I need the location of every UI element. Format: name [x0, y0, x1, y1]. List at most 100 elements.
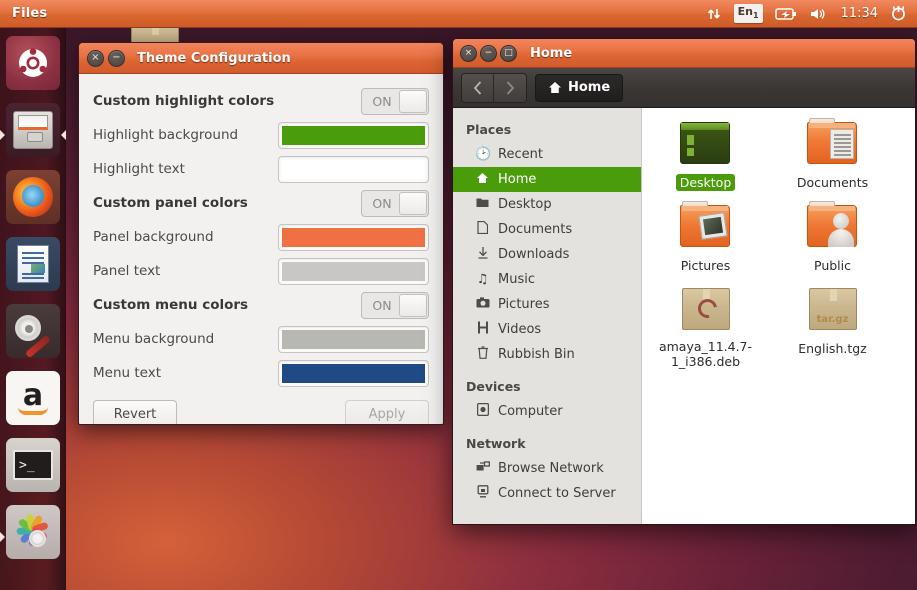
toggle-custom-panel-colors[interactable]: ON	[361, 189, 429, 217]
sidebar-item-browse-network[interactable]: Browse Network	[453, 456, 641, 481]
battery-icon[interactable]	[774, 0, 797, 28]
forward-button[interactable]	[494, 73, 526, 102]
clock[interactable]: 11:34	[841, 0, 878, 28]
firefox-icon	[13, 177, 53, 217]
network-updown-icon[interactable]	[706, 0, 722, 28]
files-maximize-button[interactable]: □	[500, 44, 517, 62]
download-icon	[475, 246, 490, 263]
panel-app-title[interactable]: Files	[12, 6, 47, 21]
desktop-folder-icon	[679, 122, 732, 168]
theme-dialog-close-button[interactable]: ×	[87, 49, 104, 67]
launcher-slot-firefox	[0, 170, 66, 233]
theme-dialog-minimize-button[interactable]: −	[108, 49, 125, 67]
sidebar-heading-network: Network	[466, 436, 526, 451]
file-list-view[interactable]: Desktop Documents Pictures Public amaya_…	[642, 108, 915, 524]
launcher-running-arrow-left-tweak	[0, 531, 5, 542]
launcher-item-firefox[interactable]	[6, 170, 60, 224]
camera-icon	[475, 297, 490, 312]
sidebar-item-label-browse-network: Browse Network	[498, 461, 604, 476]
sidebar-item-videos[interactable]: Videos	[453, 317, 641, 342]
sidebar-item-connect-to-server[interactable]: Connect to Server	[453, 481, 641, 506]
files-toolbar: Home	[453, 68, 915, 108]
file-item-documents[interactable]: Documents	[774, 118, 891, 191]
launcher-item-dash-home[interactable]	[6, 36, 60, 90]
launcher-slot-terminal: >_	[0, 438, 66, 501]
sidebar-item-label-documents: Documents	[498, 222, 573, 237]
launcher-slot-settings	[0, 304, 66, 367]
volume-icon[interactable]	[809, 0, 829, 28]
keyboard-layout-index: 1	[752, 11, 759, 21]
launcher-slot-files	[0, 103, 66, 166]
color-button-panel-background[interactable]	[278, 223, 429, 251]
launcher-item-amazon[interactable]: a	[6, 371, 60, 425]
file-label-amaya-deb: amaya_11.4.7-1_i386.deb	[658, 339, 753, 369]
home-icon	[549, 82, 561, 93]
color-button-panel-text[interactable]	[278, 257, 429, 285]
sidebar-item-documents[interactable]: Documents	[453, 217, 641, 242]
breadcrumb-home[interactable]: Home	[535, 73, 624, 102]
file-label-pictures: Pictures	[680, 258, 731, 273]
toggle-custom-highlight-colors[interactable]: ON	[361, 87, 429, 115]
music-note-icon: ♫	[476, 272, 489, 287]
disk-icon	[475, 402, 490, 420]
top-panel: Files En1 11:34	[0, 0, 917, 28]
files-minimize-button[interactable]: −	[480, 44, 497, 62]
color-button-highlight-background[interactable]	[278, 121, 429, 149]
toggle-custom-menu-colors[interactable]: ON	[361, 291, 429, 319]
launcher-item-libreoffice[interactable]	[6, 237, 60, 291]
label-custom-panel-colors: Custom panel colors	[93, 195, 248, 211]
navigation-button-group	[461, 72, 527, 103]
label-menu-text: Menu text	[93, 365, 162, 381]
sidebar-item-computer[interactable]: Computer	[453, 399, 641, 424]
apply-button[interactable]: Apply	[345, 400, 429, 424]
gear-wrench-icon	[13, 311, 53, 358]
sidebar-item-label-home: Home	[498, 172, 537, 187]
label-custom-highlight-colors: Custom highlight colors	[93, 93, 275, 109]
file-label-desktop: Desktop	[675, 174, 736, 191]
sidebar-item-desktop[interactable]: Desktop	[453, 192, 641, 217]
file-item-english-tgz[interactable]: tar.gz English.tgz	[774, 288, 891, 370]
files-close-button[interactable]: ×	[460, 44, 477, 62]
label-panel-text: Panel text	[93, 263, 161, 279]
sidebar-item-label-desktop: Desktop	[498, 197, 552, 212]
public-folder-icon	[806, 201, 859, 251]
file-cabinet-icon	[13, 111, 53, 149]
folder-icon	[475, 197, 490, 212]
color-button-menu-background[interactable]	[278, 325, 429, 353]
unity-launcher: a >_	[0, 28, 66, 590]
revert-button[interactable]: Revert	[93, 400, 177, 424]
sidebar-heading-places: Places	[466, 122, 512, 137]
launcher-item-files[interactable]	[6, 103, 60, 157]
sidebar-item-pictures[interactable]: Pictures	[453, 292, 641, 317]
launcher-item-system-settings[interactable]	[6, 304, 60, 358]
file-label-english-tgz: English.tgz	[798, 341, 867, 356]
sidebar-heading-devices: Devices	[466, 379, 521, 394]
file-item-amaya-deb[interactable]: amaya_11.4.7-1_i386.deb	[647, 288, 764, 370]
color-button-menu-text[interactable]	[278, 359, 429, 387]
row-highlight-background: Highlight background	[93, 118, 429, 152]
launcher-slot-amazon: a	[0, 371, 66, 434]
power-gear-icon[interactable]	[890, 0, 907, 28]
label-custom-menu-colors: Custom menu colors	[93, 297, 249, 313]
keyboard-layout-indicator[interactable]: En1	[733, 0, 763, 28]
theme-configuration-window: × − Theme Configuration Custom highlight…	[78, 42, 444, 425]
file-item-pictures[interactable]: Pictures	[647, 201, 764, 274]
file-item-desktop[interactable]: Desktop	[647, 122, 764, 191]
swatch-menu-background	[282, 329, 425, 349]
sidebar-item-recent[interactable]: 🕑 Recent	[453, 142, 641, 167]
sidebar-item-home[interactable]: Home	[453, 167, 641, 192]
sidebar-item-label-music: Music	[498, 272, 535, 287]
toggle-highlight-knob	[399, 89, 427, 113]
launcher-item-terminal[interactable]: >_	[6, 438, 60, 492]
theme-dialog-titlebar[interactable]: × − Theme Configuration	[79, 43, 443, 74]
documents-folder-icon	[806, 118, 859, 168]
sidebar-item-downloads[interactable]: Downloads	[453, 242, 641, 267]
back-button[interactable]	[462, 73, 494, 102]
launcher-item-unity-tweak-tool[interactable]	[6, 505, 60, 559]
sidebar-item-music[interactable]: ♫ Music	[453, 267, 641, 292]
sidebar-item-rubbish-bin[interactable]: Rubbish Bin	[453, 342, 641, 367]
file-item-public[interactable]: Public	[774, 201, 891, 274]
color-button-highlight-text[interactable]	[278, 155, 429, 183]
server-icon	[475, 485, 490, 502]
files-titlebar[interactable]: × − □ Home	[453, 39, 915, 68]
